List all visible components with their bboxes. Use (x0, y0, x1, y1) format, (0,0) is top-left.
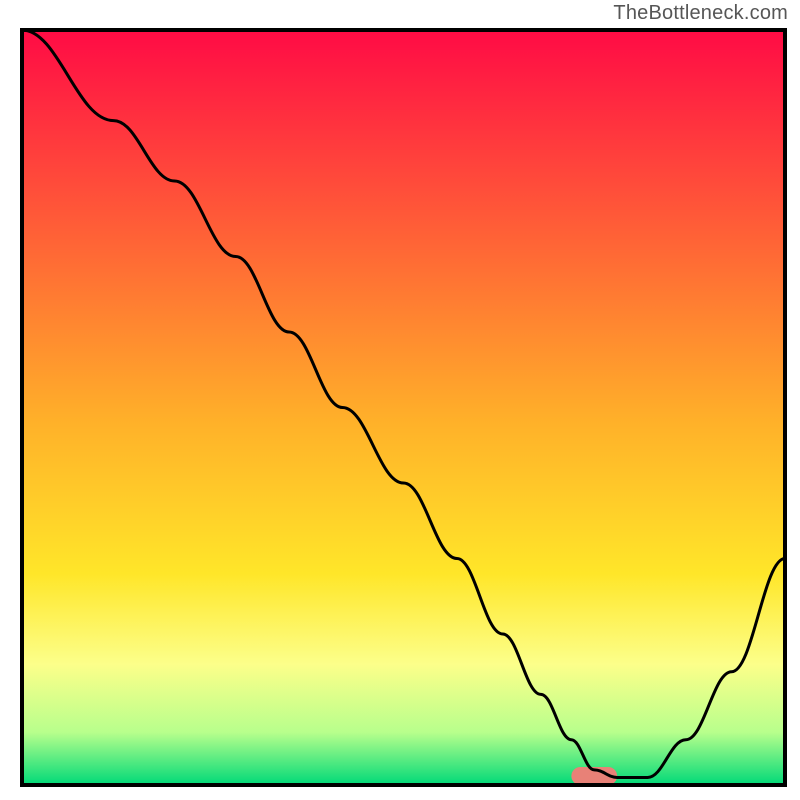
watermark-text: TheBottleneck.com (613, 2, 788, 25)
bottleneck-chart (0, 0, 800, 800)
gradient-fill (22, 30, 785, 785)
plot-area (22, 30, 785, 785)
